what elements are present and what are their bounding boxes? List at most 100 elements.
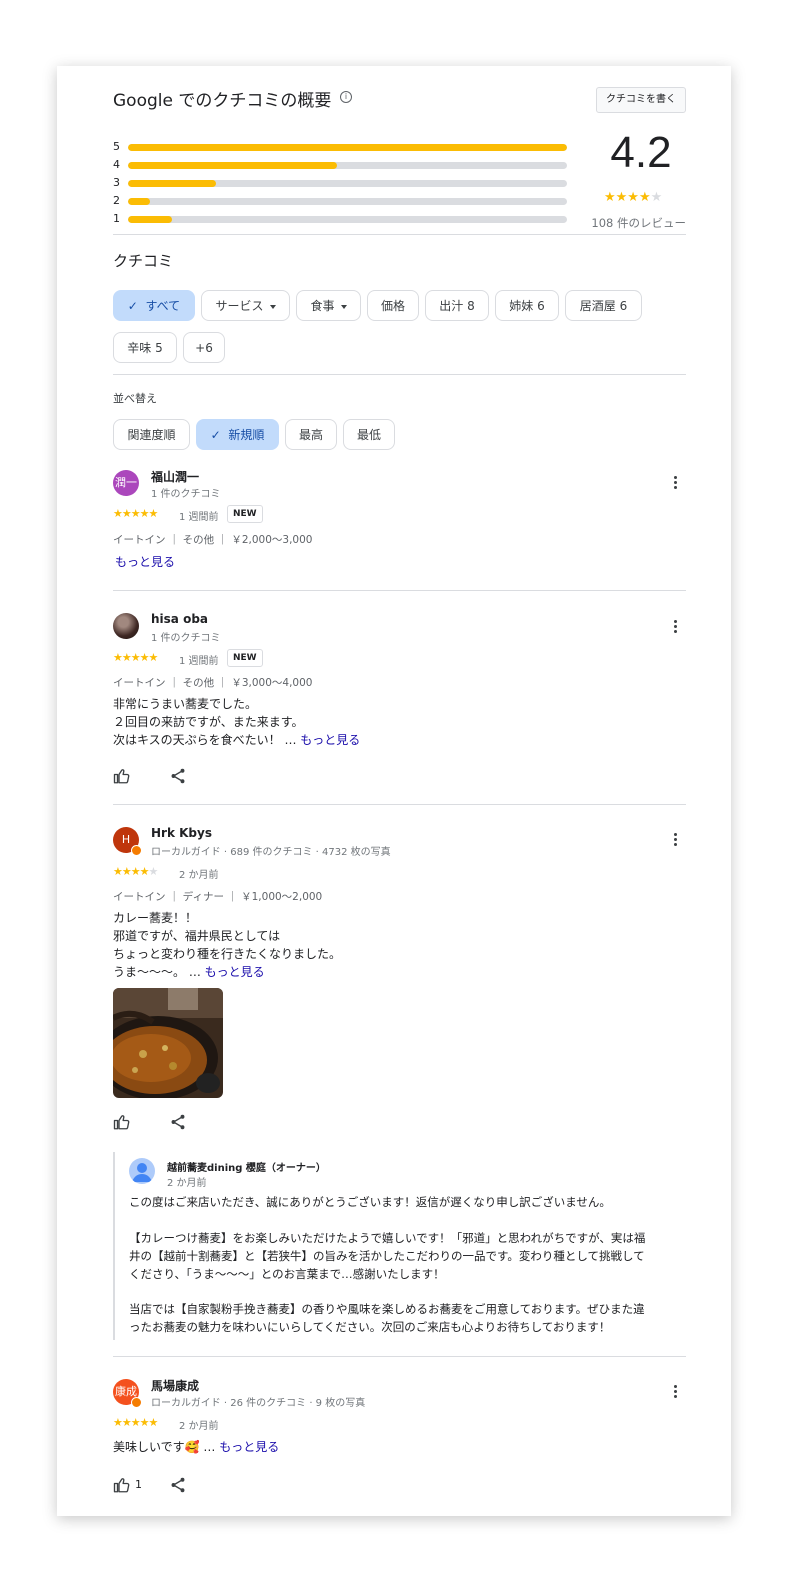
sort-highest[interactable]: 最高 [285,419,337,450]
review-text-line: 邪道ですが、福井県民としては [113,929,281,943]
filter-chip-service[interactable]: サービス [201,290,290,321]
reviewer-info: ローカルガイド · 26 件のクチコミ · 9 枚の写真 [151,1398,366,1409]
reviews-panel: Google でのクチコミの概要 i クチコミを書く 5 4 3 2 1 4.2 ★★★… [57,66,731,1516]
review-stars: ★★★★★ [113,1416,158,1429]
reviewer-name[interactable]: hisa oba [151,612,208,626]
owner-reply-line: 当店では【自家製粉手挽き蕎麦】の香りや風味を楽しめるお蕎麦をご用意しております。… [129,1302,645,1316]
like-count: 1 [135,1478,142,1491]
owner-reply-line: ったお蕎麦の魅力を味わいにいらしてください。次回のご来店も心よりお待ちしておりま… [129,1320,611,1334]
share-icon[interactable] [169,1113,187,1131]
filter-chip-dashi[interactable]: 出汁 8 [425,290,489,321]
avatar[interactable] [113,613,139,639]
review-text-line: 非常にうまい蕎麦でした。 [113,697,258,711]
review-time: 1 週間前 [179,512,219,523]
filter-chip-label: すべて [145,299,181,313]
review-text-line: 美味しいです🥰 … [113,1440,216,1454]
review-text-line: ちょっと変わり種を行きたくなりました。 [113,947,342,961]
read-more-link[interactable]: もっと見る [115,553,175,570]
review-text-last: 美味しいです🥰 … もっと見る [113,1439,279,1456]
filter-chip-food[interactable]: 食事 [296,290,361,321]
rating-bar-1[interactable]: 1 [113,212,573,226]
thumbs-up-icon[interactable] [113,1476,131,1494]
rating-bar-fill [128,162,337,169]
filter-chip-price[interactable]: 価格 [367,290,419,321]
review-text-line: 次はキスの天ぷらを食べたい！ … [113,733,297,747]
reviewer-name[interactable]: Hrk Kbys [151,826,212,840]
sort-relevance[interactable]: 関連度順 [113,419,190,450]
filter-chip-label: 食事 [310,299,335,313]
sort-newest[interactable]: ✓ 新規順 [196,419,279,450]
owner-reply-line: くださり、「うま〜〜〜」とのお言葉まで…感謝いたします！ [129,1267,445,1281]
local-guide-badge-icon [131,1397,142,1408]
info-icon[interactable]: i [340,91,352,103]
share-icon[interactable] [169,1476,187,1494]
rating-bar-label: 4 [113,158,120,171]
more-options-icon[interactable] [671,476,679,492]
filter-chip-spicy[interactable]: 辛味 5 [113,332,177,363]
owner-reply-time: 2 か月前 [167,1178,207,1189]
owner-name[interactable]: 越前蕎麦dining 櫻庭（オーナー） [167,1159,326,1174]
rating-bar-track [128,144,567,151]
filter-chip-label: サービス [215,299,264,313]
rating-bar-2[interactable]: 2 [113,194,573,208]
read-more-link[interactable]: もっと見る [205,965,265,979]
rating-bar-track [128,216,567,223]
average-rating-stars: ★★★★★ [604,190,663,205]
new-badge: NEW [227,649,263,667]
thumbs-up-icon[interactable] [113,767,131,785]
caret-down-icon [340,304,347,309]
sort-lowest[interactable]: 最低 [343,419,395,450]
divider [113,234,686,235]
rating-bar-5[interactable]: 5 [113,140,573,154]
rating-bar-4[interactable]: 4 [113,158,573,172]
filter-chip-more[interactable]: +6 [183,332,225,363]
filter-chip-izakaya[interactable]: 居酒屋 6 [565,290,642,321]
share-icon[interactable] [169,767,187,785]
thumbs-up-icon[interactable] [113,1113,131,1131]
avatar[interactable]: 潤一 [113,470,139,496]
review-text-last: 次はキスの天ぷらを食べたい！ … もっと見る [113,732,360,749]
review-text-last: うま〜〜〜。 … もっと見る [113,964,265,981]
review-meta: イートイン ｜ その他 ｜ ￥2,000～3,000 [113,534,313,546]
divider [113,590,686,591]
reviewer-name[interactable]: 福山潤一 [151,468,199,485]
read-more-link[interactable]: もっと見る [219,1440,279,1454]
reply-indent-bar [113,1152,115,1340]
review-count[interactable]: 108 件のレビュー [588,215,686,231]
owner-avatar[interactable] [129,1158,155,1184]
reviewer-name[interactable]: 馬場康成 [151,1377,199,1394]
review-text-line: カレー蕎麦！！ [113,911,198,925]
rating-bar-fill [128,216,172,223]
filter-chip-sister[interactable]: 姉妹 6 [495,290,559,321]
rating-bar-track [128,180,567,187]
rating-bar-fill [128,180,216,187]
more-options-icon[interactable] [671,833,679,849]
rating-bar-3[interactable]: 3 [113,176,573,190]
sort-label: 並べ替え [113,392,157,405]
rating-bar-track [128,198,567,205]
owner-reply-line: この度はご来店いただき、誠にありがとうございます！返信が遅くなり申し訳ございませ… [129,1195,611,1209]
local-guide-badge-icon [131,845,142,856]
reviewer-info: 1 件のクチコミ [151,489,221,500]
rating-bar-fill [128,144,567,151]
read-more-link[interactable]: もっと見る [300,733,360,747]
filter-chip-all[interactable]: ✓ すべて [113,290,195,321]
check-icon: ✓ [127,299,138,313]
more-options-icon[interactable] [671,620,679,636]
rating-bar-label: 2 [113,194,120,207]
review-stars: ★★★★★ [113,651,158,664]
owner-reply-line: 【カレーつけ蕎麦】をお楽しみいただけたようで嬉しいです！「邪道」と思われがちです… [129,1231,646,1245]
more-options-icon[interactable] [671,1385,679,1401]
divider [113,1356,686,1357]
rating-bar-label: 3 [113,176,120,189]
review-photo[interactable] [113,988,223,1098]
review-stars: ★★★★★ [113,507,158,520]
write-review-button[interactable]: クチコミを書く [596,87,686,113]
review-text-line: うま〜〜〜。 … [113,965,201,979]
divider [113,804,686,805]
review-time: 2 か月前 [179,870,219,881]
rating-bar-label: 1 [113,212,120,225]
review-text-line: ２回目の来訪ですが、また来ます。 [113,715,304,729]
review-stars: ★★★★★ [113,865,158,878]
review-meta: イートイン ｜ その他 ｜ ￥3,000～4,000 [113,677,313,689]
